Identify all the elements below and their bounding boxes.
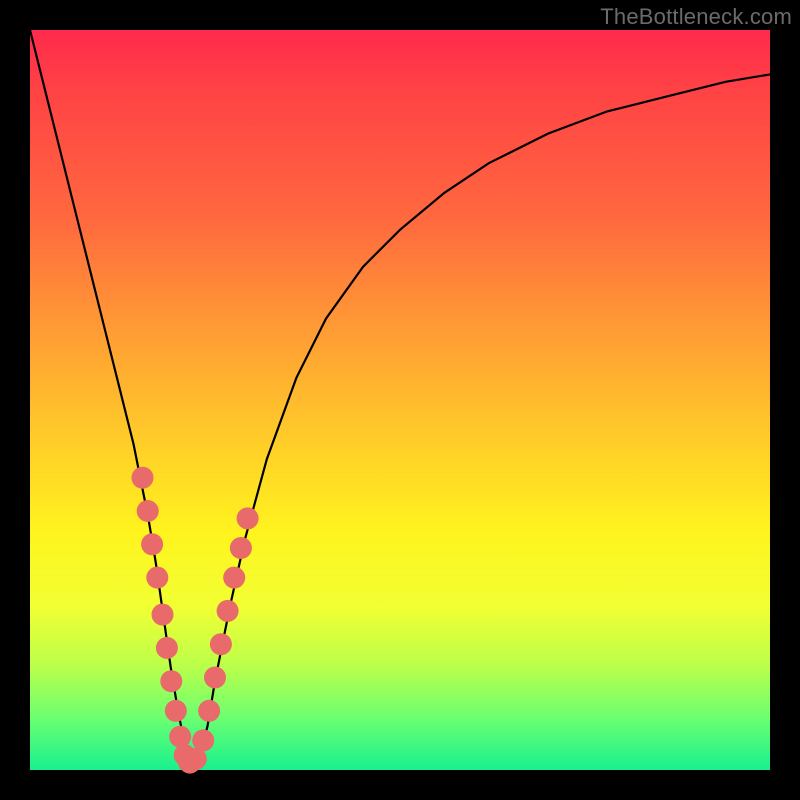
marker-dot <box>217 600 239 622</box>
marker-group <box>132 467 259 774</box>
marker-dot <box>192 729 214 751</box>
marker-dot <box>152 604 174 626</box>
marker-dot <box>186 757 200 771</box>
marker-dot <box>156 637 178 659</box>
marker-dot <box>210 633 232 655</box>
marker-dot <box>230 537 252 559</box>
curve-svg <box>30 30 770 770</box>
watermark-text: TheBottleneck.com <box>600 4 792 30</box>
marker-dot <box>160 670 182 692</box>
marker-dot <box>198 700 220 722</box>
marker-dot <box>169 726 191 748</box>
marker-dot <box>146 567 168 589</box>
marker-dot <box>165 700 187 722</box>
marker-dot <box>204 667 226 689</box>
bottleneck-curve <box>30 30 770 763</box>
marker-dot <box>237 507 259 529</box>
marker-dot <box>137 500 159 522</box>
chart-frame: TheBottleneck.com <box>0 0 800 800</box>
marker-dot <box>141 533 163 555</box>
plot-area <box>30 30 770 770</box>
marker-dot <box>223 567 245 589</box>
marker-dot <box>132 467 154 489</box>
